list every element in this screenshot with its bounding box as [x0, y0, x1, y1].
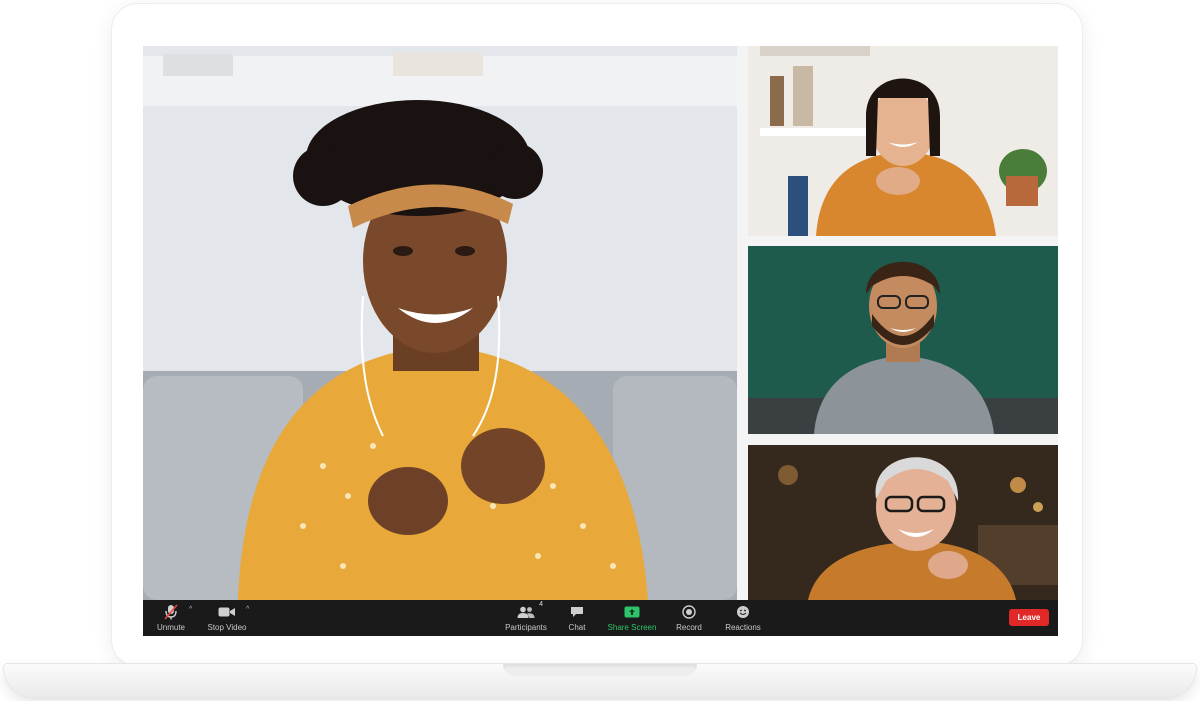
stop-video-button[interactable]: Stop Video: [207, 603, 247, 635]
share-screen-button[interactable]: Share Screen: [607, 603, 657, 635]
video-options-caret-icon[interactable]: ^: [246, 606, 249, 613]
unmute-button[interactable]: Unmute: [155, 603, 187, 635]
video-tile-participant-2[interactable]: [748, 246, 1058, 434]
tile-divider: [748, 236, 1058, 246]
stop-video-label: Stop Video: [207, 623, 247, 632]
reactions-icon: [736, 603, 750, 621]
participants-icon: 4: [517, 601, 543, 621]
leave-button[interactable]: Leave: [1009, 609, 1049, 626]
chat-bubble-icon: [570, 603, 584, 621]
participant-3-video-frame: [748, 445, 1058, 600]
reactions-button[interactable]: Reactions: [723, 603, 763, 635]
participant-2-video-frame: [748, 246, 1058, 434]
tile-divider: [748, 434, 1058, 445]
participants-label: Participants: [505, 623, 547, 632]
video-tile-participant-1[interactable]: [748, 46, 1058, 236]
chat-button[interactable]: Chat: [565, 603, 589, 635]
meeting-screen: Unmute ^ Stop Video ^ 4 Participants Cha…: [143, 46, 1058, 636]
chat-label: Chat: [568, 623, 586, 632]
audio-options-caret-icon[interactable]: ^: [189, 606, 192, 613]
video-camera-icon: [218, 603, 236, 621]
record-button[interactable]: Record: [673, 603, 705, 635]
unmute-label: Unmute: [156, 623, 185, 632]
laptop-notch: [503, 664, 697, 676]
tile-divider: [737, 46, 748, 600]
share-screen-label: Share Screen: [607, 623, 657, 632]
muted-microphone-icon: [164, 603, 178, 621]
share-screen-icon: [624, 603, 640, 621]
speaker-video-frame: [143, 46, 737, 600]
reactions-label: Reactions: [725, 623, 761, 632]
participants-button[interactable]: 4 Participants: [503, 601, 549, 635]
participants-count-badge: 4: [539, 601, 543, 608]
video-tile-participant-3[interactable]: [748, 445, 1058, 600]
video-tile-main-speaker[interactable]: [143, 46, 737, 600]
record-label: Record: [676, 623, 702, 632]
meeting-toolbar: Unmute ^ Stop Video ^ 4 Participants Cha…: [143, 600, 1058, 636]
record-icon: [682, 603, 696, 621]
participant-1-video-frame: [748, 46, 1058, 236]
